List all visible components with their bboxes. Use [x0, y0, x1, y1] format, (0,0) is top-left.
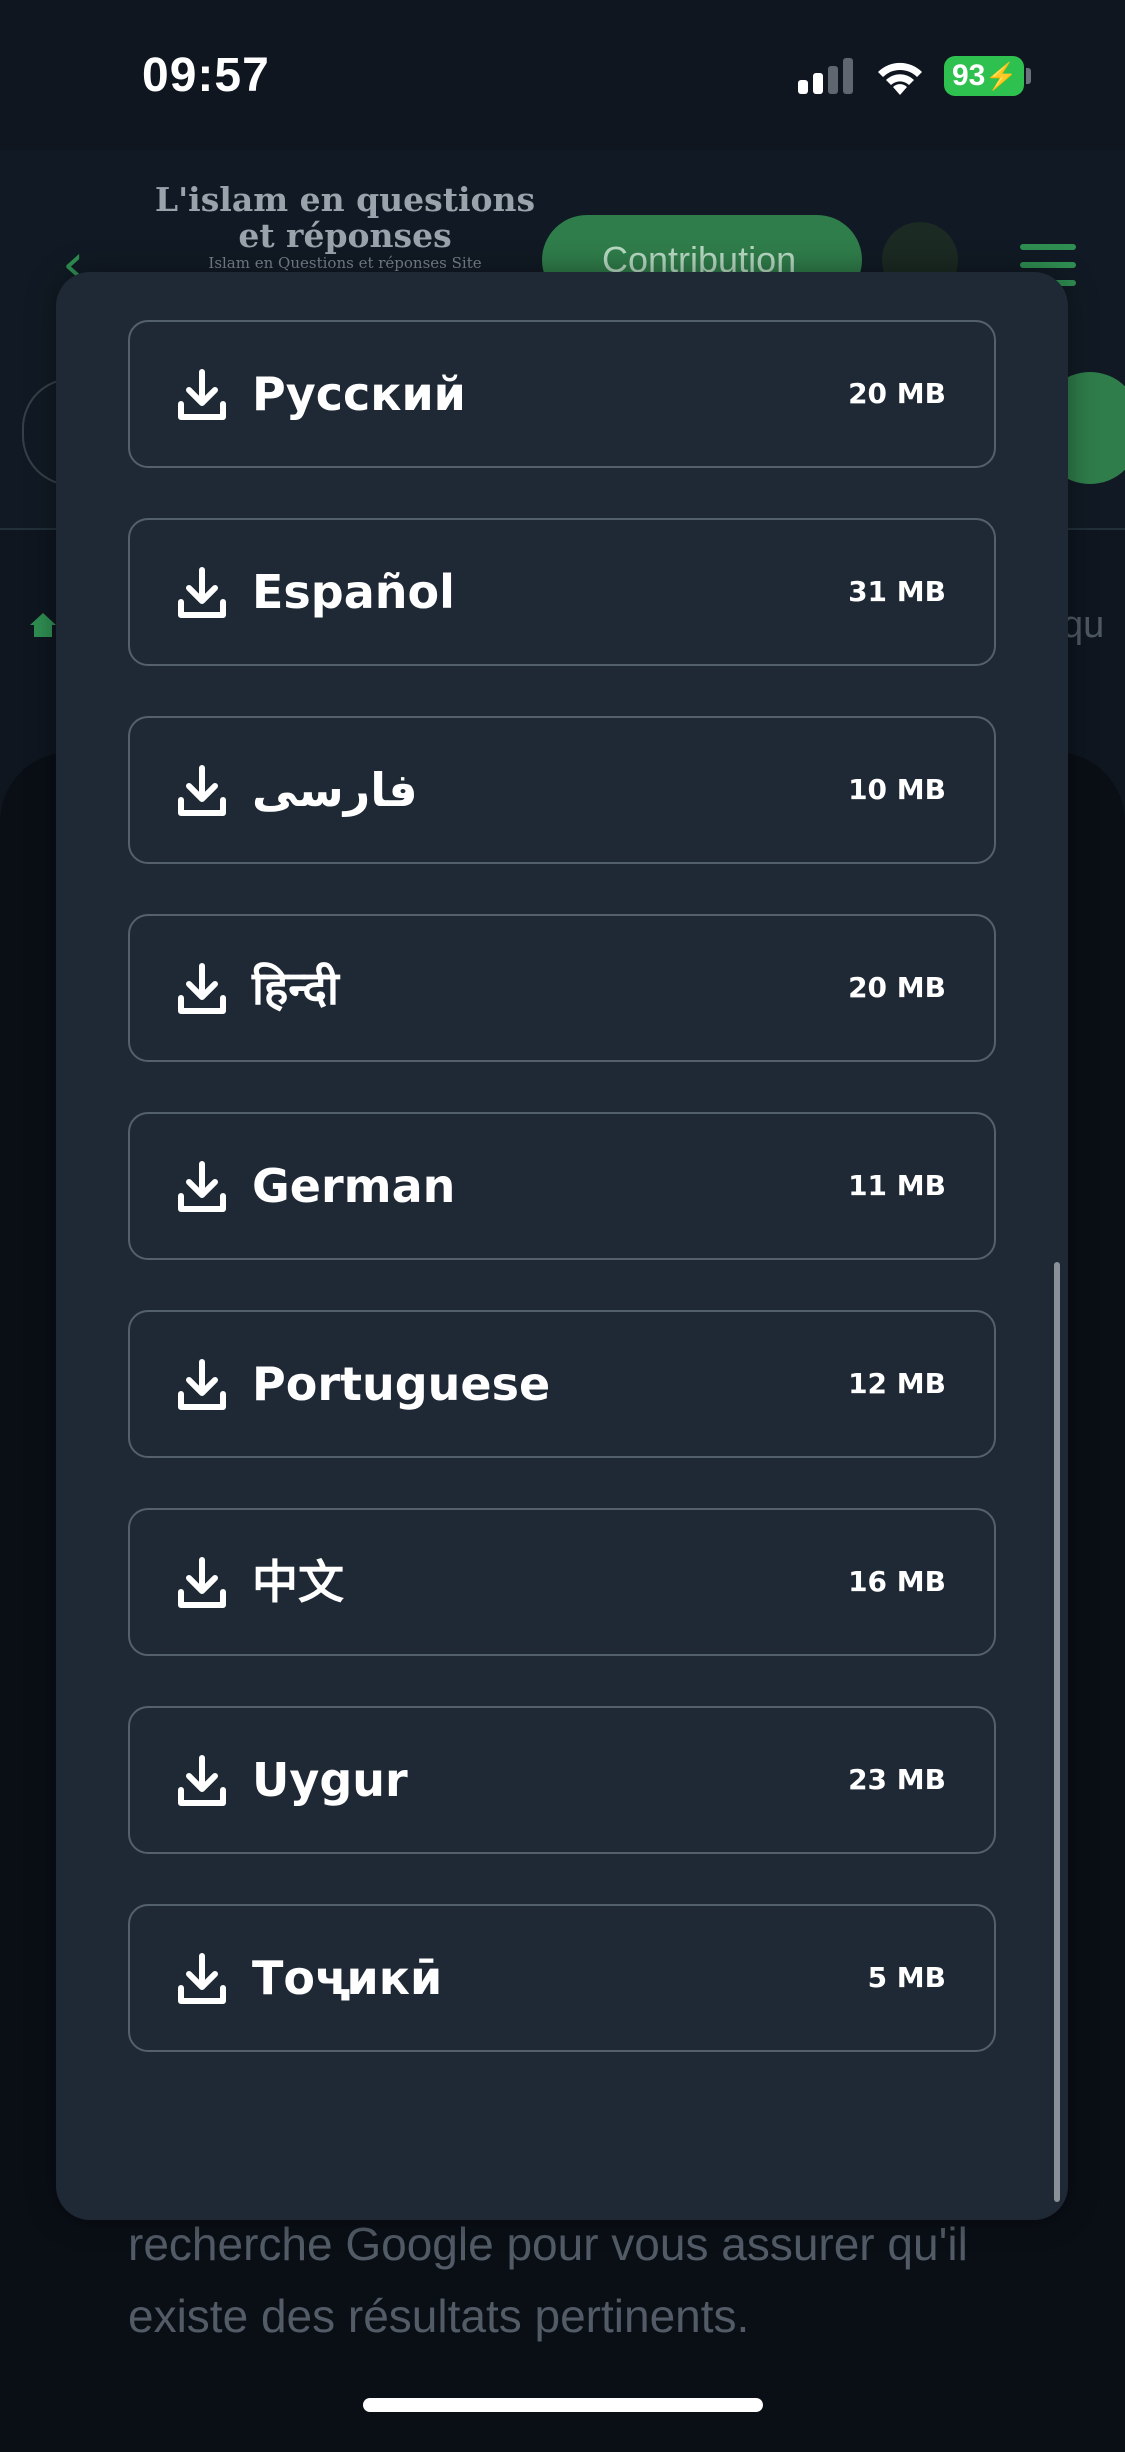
- site-logo[interactable]: L'islam en questions et réponses Islam e…: [150, 180, 540, 273]
- download-item[interactable]: فارسی 10 MB: [128, 716, 996, 864]
- download-icon: [178, 1161, 226, 1212]
- site-logo-subtitle: Islam en Questions et réponses Site: [208, 254, 482, 272]
- cellular-signal-icon: [798, 58, 854, 94]
- download-icon: [178, 567, 226, 618]
- download-size: 20 MB: [848, 377, 946, 410]
- download-language-label: فارسی: [252, 763, 418, 817]
- scrollbar[interactable]: [1054, 1262, 1060, 2202]
- download-size: 5 MB: [867, 1961, 946, 1994]
- download-icon: [178, 1755, 226, 1806]
- download-item[interactable]: Uygur 23 MB: [128, 1706, 996, 1854]
- download-language-label: Тоҷикӣ: [252, 1951, 443, 2005]
- download-item[interactable]: Español 31 MB: [128, 518, 996, 666]
- download-language-label: Uygur: [252, 1753, 408, 1807]
- download-language-label: Español: [252, 565, 455, 619]
- status-time: 09:57: [142, 49, 270, 102]
- download-language-label: Portuguese: [252, 1357, 551, 1411]
- download-item[interactable]: Русский 20 MB: [128, 320, 996, 468]
- download-size: 16 MB: [848, 1565, 946, 1598]
- home-icon[interactable]: [28, 610, 58, 640]
- download-icon: [178, 765, 226, 816]
- download-list: Русский 20 MB Español 31 MB فارسی 10 MB हिन्दी…: [128, 320, 996, 2102]
- download-item[interactable]: Тоҷикӣ 5 MB: [128, 1904, 996, 2052]
- download-icon: [178, 1557, 226, 1608]
- download-size: 31 MB: [848, 575, 946, 608]
- download-language-label: 中文: [252, 1555, 344, 1609]
- download-size: 10 MB: [848, 773, 946, 806]
- status-bar: 09:57 93⚡: [0, 0, 1125, 150]
- download-size: 20 MB: [848, 971, 946, 1004]
- download-language-label: Русский: [252, 367, 466, 421]
- home-indicator[interactable]: [363, 2398, 763, 2412]
- download-item[interactable]: Portuguese 12 MB: [128, 1310, 996, 1458]
- download-icon: [178, 369, 226, 420]
- site-logo-title: L'islam en questions et réponses: [154, 180, 536, 255]
- download-icon: [178, 963, 226, 1014]
- download-size: 11 MB: [848, 1169, 946, 1202]
- battery-level: 93: [952, 59, 986, 92]
- download-item[interactable]: German 11 MB: [128, 1112, 996, 1260]
- download-language-label: हिन्दी: [252, 961, 339, 1015]
- breadcrumb[interactable]: qu: [1062, 604, 1104, 647]
- download-size: 12 MB: [848, 1367, 946, 1400]
- content-text: recherche Google pour vous assurer qu'il…: [128, 2218, 968, 2342]
- download-item[interactable]: हिन्दी 20 MB: [128, 914, 996, 1062]
- wifi-icon: [878, 62, 922, 95]
- battery-icon: 93⚡: [944, 56, 1024, 96]
- download-languages-modal: Русский 20 MB Español 31 MB فارسی 10 MB हिन्दी…: [56, 272, 1068, 2220]
- download-icon: [178, 1953, 226, 2004]
- battery-tip: [1026, 68, 1031, 84]
- download-language-label: German: [252, 1159, 456, 1213]
- download-icon: [178, 1359, 226, 1410]
- download-item[interactable]: 中文 16 MB: [128, 1508, 996, 1656]
- download-size: 23 MB: [848, 1763, 946, 1796]
